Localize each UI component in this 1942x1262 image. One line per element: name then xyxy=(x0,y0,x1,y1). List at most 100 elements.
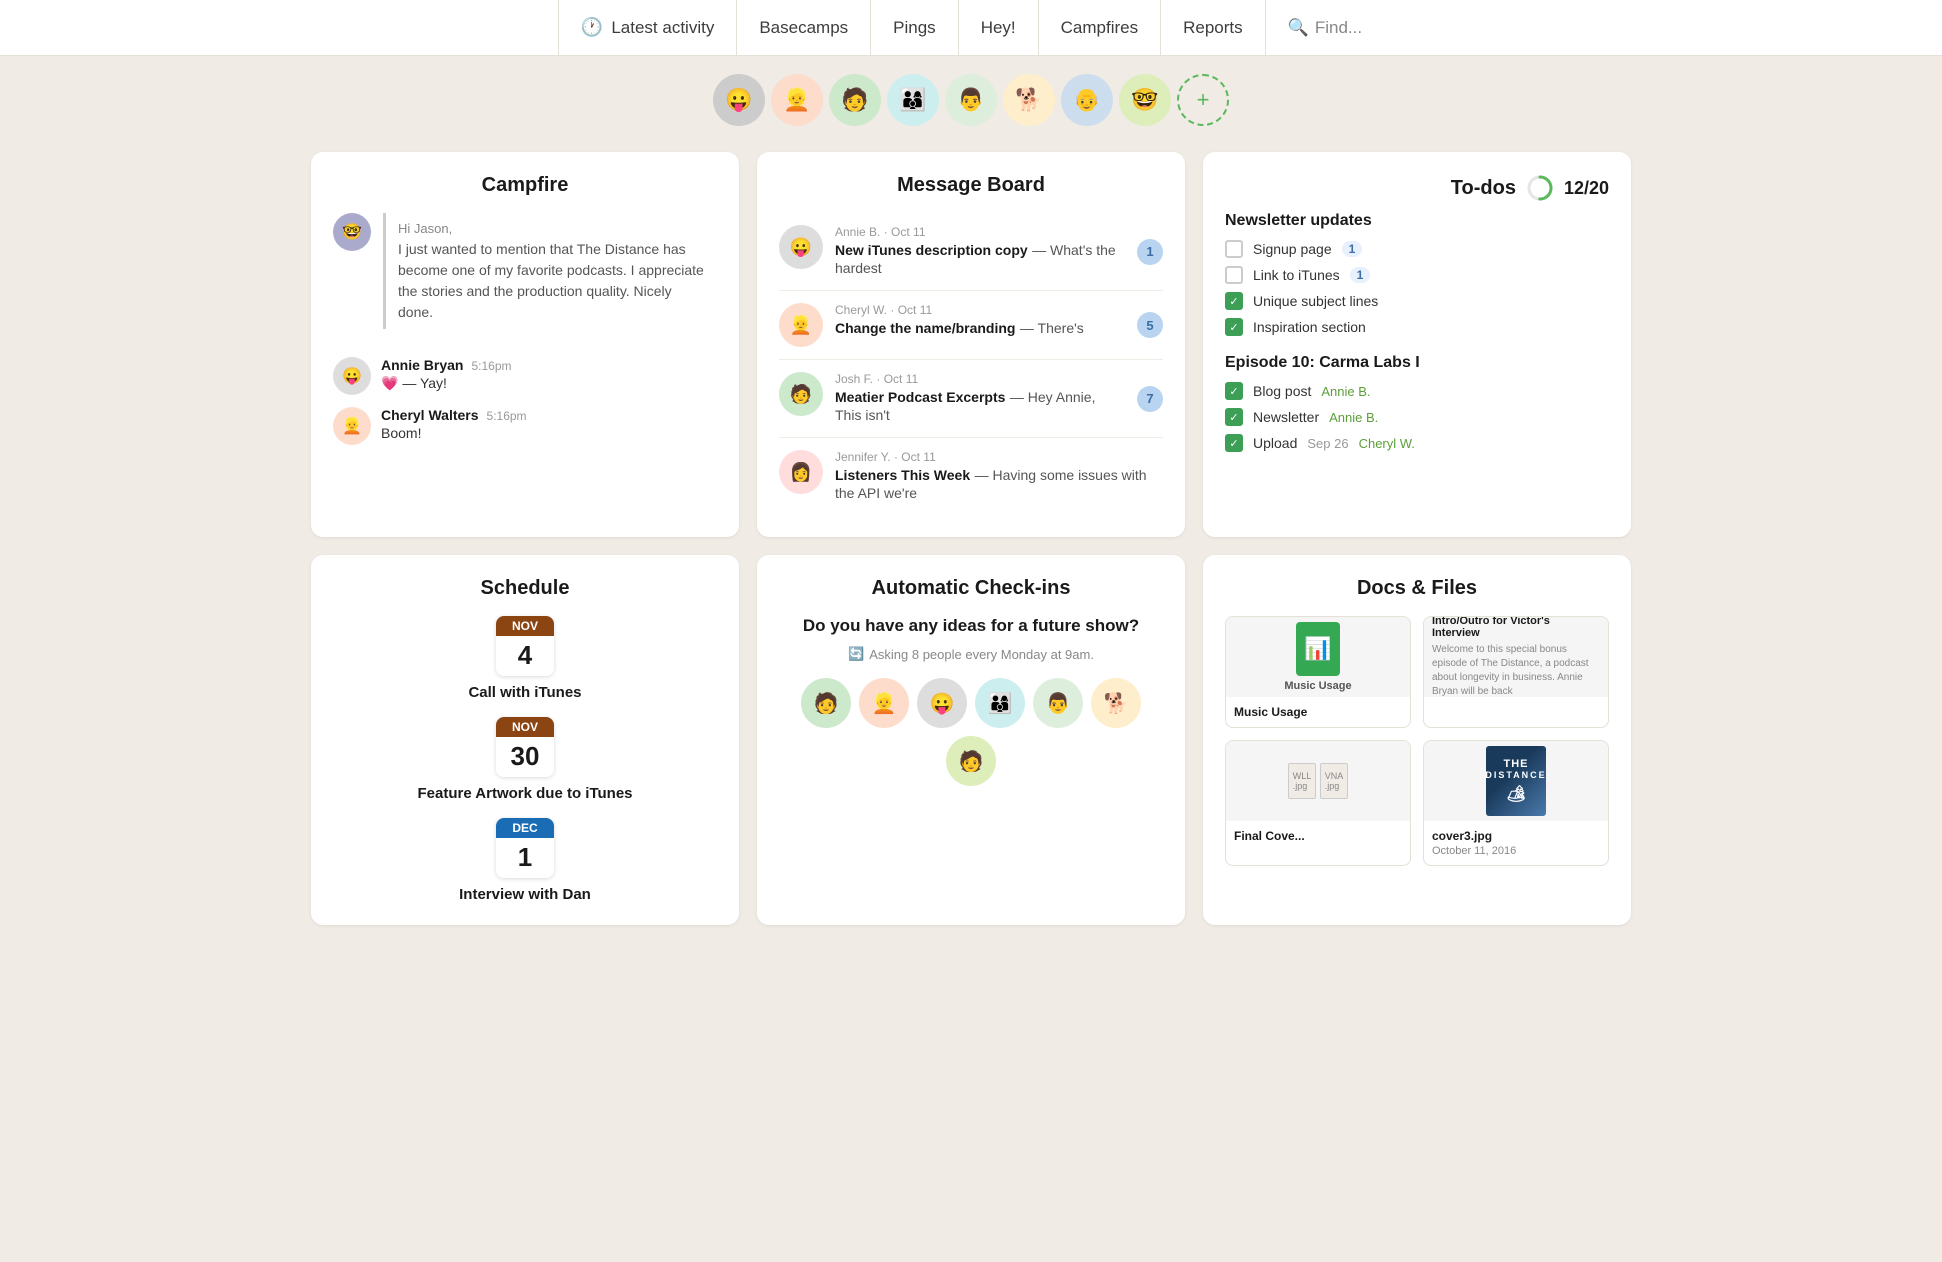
todo-item[interactable]: ✓ Upload Sep 26 Cheryl W. xyxy=(1225,434,1609,452)
nav-latest-activity[interactable]: 🕐 Latest activity xyxy=(558,0,737,56)
message-item[interactable]: 👩 Jennifer Y. · Oct 11 Listeners This We… xyxy=(779,438,1163,515)
checkin-avatar[interactable]: 🧑 xyxy=(946,736,996,786)
doc-title: Music Usage xyxy=(1234,705,1402,719)
todo-person: Annie B. xyxy=(1329,410,1378,425)
todo-item[interactable]: Signup page 1 xyxy=(1225,240,1609,258)
nav-hey[interactable]: Hey! xyxy=(959,0,1039,56)
main-grid: Campfire 🤓 Hi Jason, I just wanted to me… xyxy=(271,136,1671,955)
campfire-chat: 🤓 Hi Jason, I just wanted to mention tha… xyxy=(333,213,717,457)
search-icon: 🔍 xyxy=(1288,18,1309,38)
todos-section-newsletter: Newsletter updates Signup page 1 Link to… xyxy=(1225,212,1609,336)
doc-files-preview: WLL.jpg VNA.jpg xyxy=(1288,763,1348,799)
msg-preview: — There's xyxy=(1020,320,1084,336)
msg-title: New iTunes description copy xyxy=(835,242,1028,258)
message-item[interactable]: 🧑 Josh F. · Oct 11 Meatier Podcast Excer… xyxy=(779,360,1163,438)
todo-date: Sep 26 xyxy=(1307,436,1348,451)
todos-card: To-dos 12/20 Newsletter updates Signup p… xyxy=(1203,152,1631,537)
cal-day: 1 xyxy=(496,838,554,878)
doc-preview: WLL.jpg VNA.jpg xyxy=(1226,741,1410,821)
doc-preview: 📊 Music Usage xyxy=(1226,617,1410,697)
todo-item[interactable]: ✓ Blog post Annie B. xyxy=(1225,382,1609,400)
todo-person: Annie B. xyxy=(1321,384,1370,399)
todo-badge: 1 xyxy=(1342,241,1363,257)
todo-checkbox-checked[interactable]: ✓ xyxy=(1225,408,1243,426)
cal-month: Nov xyxy=(496,717,554,737)
todo-checkbox-checked[interactable]: ✓ xyxy=(1225,292,1243,310)
checkin-avatar[interactable]: 👨‍👩‍👦 xyxy=(975,678,1025,728)
schedule-item[interactable]: Nov 4 Call with iTunes xyxy=(468,616,581,701)
avatar[interactable]: 🤓 xyxy=(1119,74,1171,126)
checkin-avatar[interactable]: 👱 xyxy=(859,678,909,728)
checkin-avatar[interactable]: 👨 xyxy=(1033,678,1083,728)
doc-item[interactable]: 📊 Music Usage Music Usage xyxy=(1225,616,1411,728)
todo-checkbox[interactable] xyxy=(1225,240,1243,258)
chat-greeting: Hi Jason, xyxy=(398,219,705,239)
todo-item[interactable]: Link to iTunes 1 xyxy=(1225,266,1609,284)
doc-item[interactable]: Intro/Outro for Victor's Interview Welco… xyxy=(1423,616,1609,728)
todo-item[interactable]: ✓ Unique subject lines xyxy=(1225,292,1609,310)
doc-preview-desc: Welcome to this special bonus episode of… xyxy=(1432,643,1600,699)
docs-title: Docs & Files xyxy=(1225,577,1609,600)
docs-grid: 📊 Music Usage Music Usage Intro/Outro fo… xyxy=(1225,616,1609,866)
avatar[interactable]: 🐕 xyxy=(1003,74,1055,126)
todo-badge: 1 xyxy=(1350,267,1371,283)
avatar[interactable]: 👨 xyxy=(945,74,997,126)
doc-item[interactable]: THE DISTANCE 🏕 cover3.jpg October 11, 20… xyxy=(1423,740,1609,866)
msg-title: Meatier Podcast Excerpts xyxy=(835,389,1005,405)
message-list: 😛 Annie B. · Oct 11 New iTunes descripti… xyxy=(779,213,1163,515)
schedule-label: Call with iTunes xyxy=(468,684,581,701)
checkin-avatar[interactable]: 🐕 xyxy=(1091,678,1141,728)
team-avatars: 😛 👱 🧑 👨‍👩‍👦 👨 🐕 👴 🤓 + xyxy=(0,56,1942,136)
avatar[interactable]: 👴 xyxy=(1061,74,1113,126)
search-button[interactable]: 🔍 Find... xyxy=(1266,0,1384,56)
cover-image-preview: THE DISTANCE 🏕 xyxy=(1486,746,1546,816)
avatar[interactable]: 😛 xyxy=(713,74,765,126)
msg-badge: 1 xyxy=(1137,239,1163,265)
schedule-label: Feature Artwork due to iTunes xyxy=(417,785,632,802)
cal-month: Nov xyxy=(496,616,554,636)
chat-avatar: 🤓 xyxy=(333,213,371,251)
todos-section-episode: Episode 10: Carma Labs I ✓ Blog post Ann… xyxy=(1225,354,1609,452)
msg-meta: Cheryl W. · Oct 11 xyxy=(835,303,1125,317)
checkin-meta: 🔄 Asking 8 people every Monday at 9am. xyxy=(779,646,1163,662)
message-board-card: Message Board 😛 Annie B. · Oct 11 New iT… xyxy=(757,152,1185,537)
schedule-title: Schedule xyxy=(333,577,717,600)
msg-meta: Jennifer Y. · Oct 11 xyxy=(835,450,1163,464)
doc-subtitle: Music Usage xyxy=(1284,680,1351,692)
chat-author-name: Cheryl Walters xyxy=(381,407,479,423)
todos-section-title: Episode 10: Carma Labs I xyxy=(1225,354,1609,372)
message-board-title: Message Board xyxy=(779,174,1163,197)
checkin-avatars: 🧑 👱 😛 👨‍👩‍👦 👨 🐕 🧑 xyxy=(779,678,1163,786)
cal-day: 4 xyxy=(496,636,554,676)
todo-item[interactable]: ✓ Newsletter Annie B. xyxy=(1225,408,1609,426)
nav-basecamps[interactable]: Basecamps xyxy=(737,0,871,56)
cal-day: 30 xyxy=(496,737,554,777)
avatar[interactable]: 🧑 xyxy=(829,74,881,126)
nav-reports[interactable]: Reports xyxy=(1161,0,1266,56)
checkin-avatar[interactable]: 🧑 xyxy=(801,678,851,728)
checkin-avatar[interactable]: 😛 xyxy=(917,678,967,728)
message-item[interactable]: 😛 Annie B. · Oct 11 New iTunes descripti… xyxy=(779,213,1163,291)
schedule-item[interactable]: Dec 1 Interview with Dan xyxy=(459,818,591,903)
todos-section-title: Newsletter updates xyxy=(1225,212,1609,230)
todo-item[interactable]: ✓ Inspiration section xyxy=(1225,318,1609,336)
progress-circle-icon xyxy=(1526,174,1554,202)
todo-checkbox[interactable] xyxy=(1225,266,1243,284)
checkins-title: Automatic Check-ins xyxy=(779,577,1163,600)
nav-campfires[interactable]: Campfires xyxy=(1039,0,1161,56)
doc-item[interactable]: WLL.jpg VNA.jpg Final Cove... xyxy=(1225,740,1411,866)
nav-pings[interactable]: Pings xyxy=(871,0,959,56)
msg-badge: 5 xyxy=(1137,312,1163,338)
campfire-title: Campfire xyxy=(333,174,717,197)
avatar[interactable]: 👨‍👩‍👦 xyxy=(887,74,939,126)
doc-title: cover3.jpg xyxy=(1432,829,1600,843)
schedule-item[interactable]: Nov 30 Feature Artwork due to iTunes xyxy=(417,717,632,802)
todo-checkbox-checked[interactable]: ✓ xyxy=(1225,434,1243,452)
add-avatar-button[interactable]: + xyxy=(1177,74,1229,126)
todo-checkbox-checked[interactable]: ✓ xyxy=(1225,318,1243,336)
checkins-card: Automatic Check-ins Do you have any idea… xyxy=(757,555,1185,925)
message-item[interactable]: 👱 Cheryl W. · Oct 11 Change the name/bra… xyxy=(779,291,1163,360)
todo-checkbox-checked[interactable]: ✓ xyxy=(1225,382,1243,400)
avatar[interactable]: 👱 xyxy=(771,74,823,126)
msg-avatar: 👱 xyxy=(779,303,823,347)
